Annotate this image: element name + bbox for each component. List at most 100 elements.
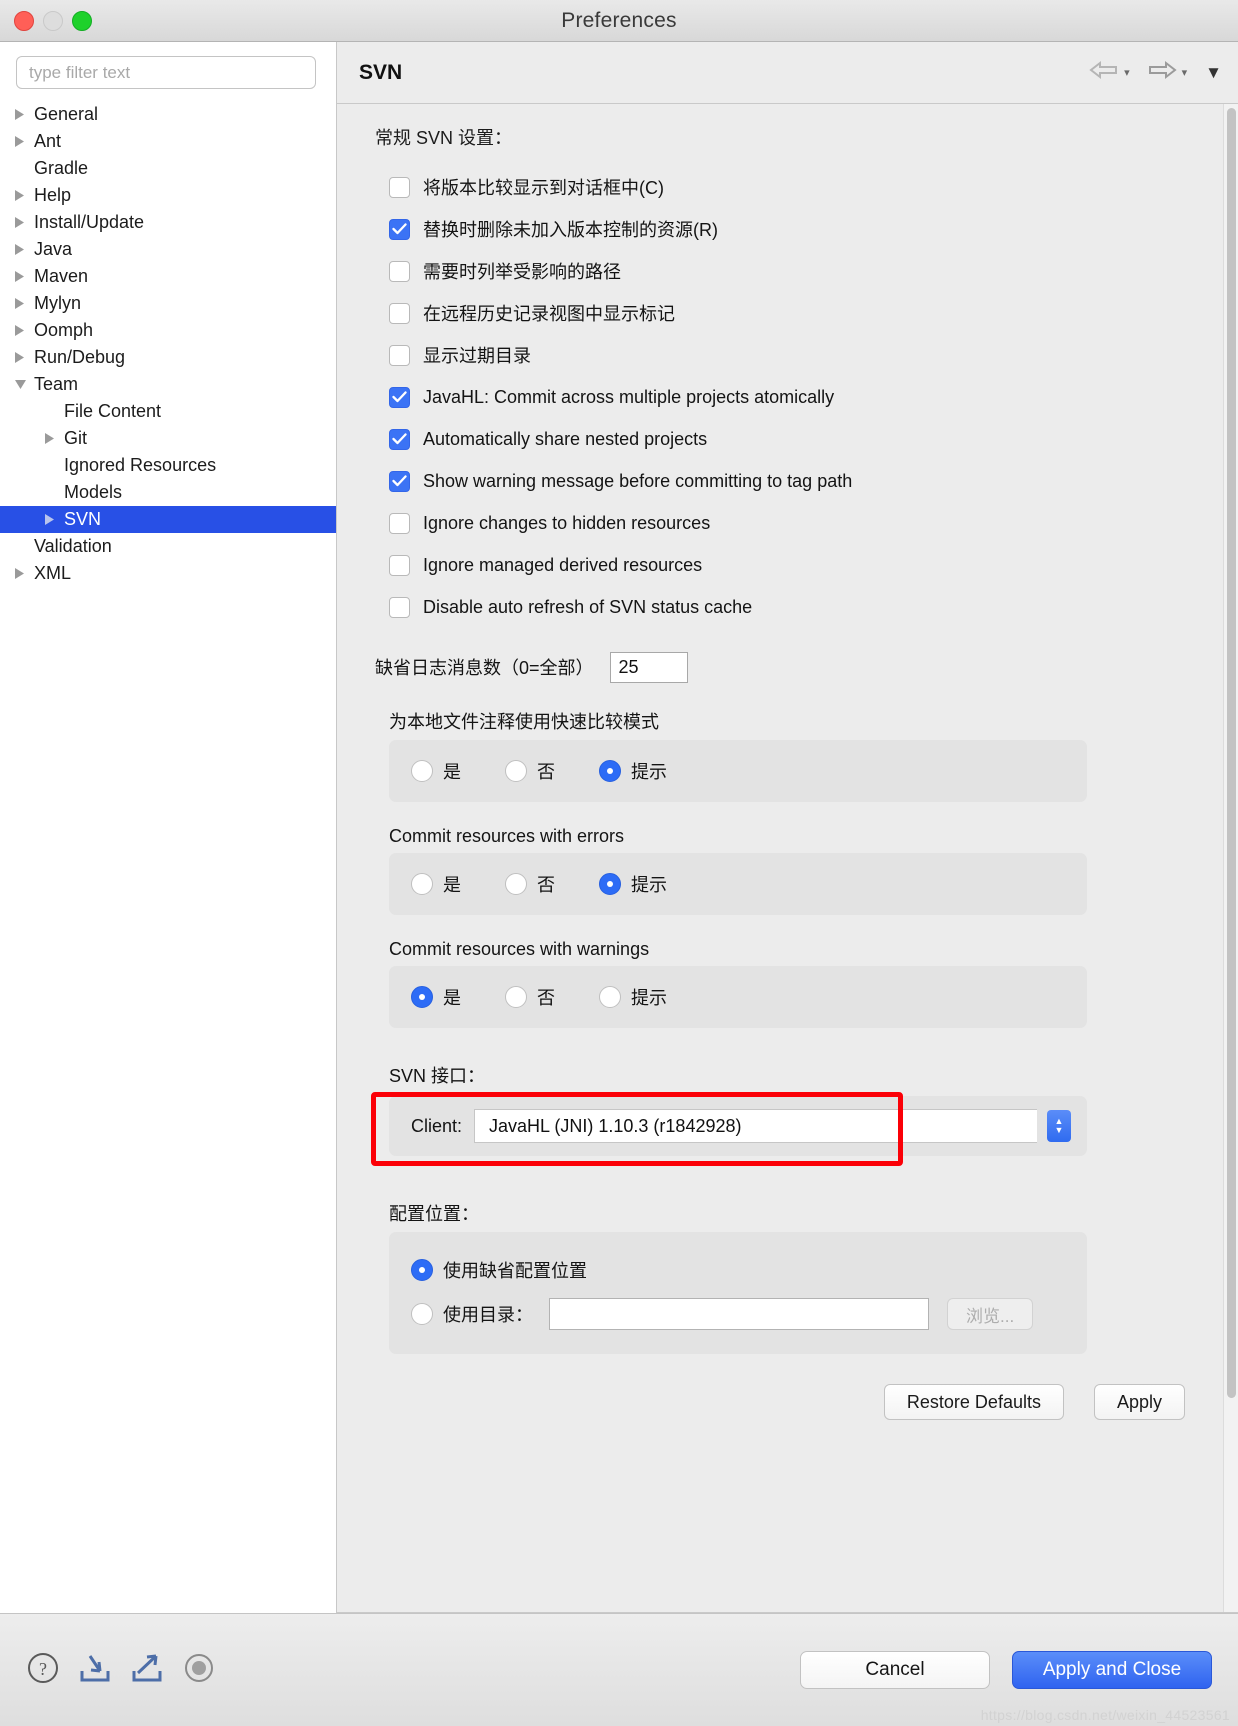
radio-option[interactable]: 是 bbox=[411, 984, 461, 1010]
sidebar-item-general[interactable]: General bbox=[0, 101, 336, 128]
checkbox-row[interactable]: JavaHL: Commit across multiple projects … bbox=[363, 376, 1193, 418]
radio-unselected-icon[interactable] bbox=[505, 873, 527, 895]
radio-option[interactable]: 是 bbox=[411, 758, 461, 784]
sidebar-item-gradle[interactable]: Gradle bbox=[0, 155, 336, 182]
nav-forward-group[interactable]: ▾ bbox=[1146, 60, 1188, 85]
sidebar-item-ant[interactable]: Ant bbox=[0, 128, 336, 155]
checkbox-row[interactable]: Ignore managed derived resources bbox=[363, 544, 1193, 586]
checkbox-unchecked-icon[interactable] bbox=[389, 554, 410, 576]
apply-button[interactable]: Apply bbox=[1093, 1384, 1185, 1420]
radio-option[interactable]: 提示 bbox=[599, 758, 667, 784]
checkbox-row[interactable]: 需要时列举受影响的路径 bbox=[363, 250, 1193, 292]
restore-defaults-button[interactable]: Restore Defaults bbox=[883, 1384, 1064, 1420]
filter-input[interactable] bbox=[16, 56, 316, 89]
checkbox-unchecked-icon[interactable] bbox=[389, 512, 410, 534]
import-icon[interactable] bbox=[78, 1651, 112, 1690]
radio-use-default-location[interactable] bbox=[411, 1259, 433, 1281]
chevron-right-icon[interactable] bbox=[44, 506, 62, 533]
chevron-right-icon[interactable] bbox=[14, 344, 32, 371]
checkbox-unchecked-icon[interactable] bbox=[389, 176, 410, 198]
back-chevron-down-icon[interactable]: ▾ bbox=[1124, 66, 1130, 79]
radio-unselected-icon[interactable] bbox=[599, 986, 621, 1008]
chevron-right-icon[interactable] bbox=[14, 182, 32, 209]
chevron-right-icon[interactable] bbox=[14, 560, 32, 587]
checkbox-row[interactable]: Disable auto refresh of SVN status cache bbox=[363, 586, 1193, 628]
radio-option[interactable]: 否 bbox=[505, 871, 555, 897]
radio-selected-icon[interactable] bbox=[599, 873, 621, 895]
radio-use-directory[interactable] bbox=[411, 1303, 433, 1325]
sidebar-item-java[interactable]: Java bbox=[0, 236, 336, 263]
checkbox-unchecked-icon[interactable] bbox=[389, 260, 410, 282]
checkbox-checked-icon[interactable] bbox=[389, 470, 410, 492]
sidebar-item-oomph[interactable]: Oomph bbox=[0, 317, 336, 344]
sidebar-item-xml[interactable]: XML bbox=[0, 560, 336, 587]
back-arrow-icon[interactable] bbox=[1088, 60, 1120, 85]
checkbox-row[interactable]: 将版本比较显示到对话框中(C) bbox=[363, 166, 1193, 208]
record-icon[interactable] bbox=[182, 1651, 216, 1690]
radio-option[interactable]: 是 bbox=[411, 871, 461, 897]
radio-selected-icon[interactable] bbox=[411, 986, 433, 1008]
radio-option[interactable]: 否 bbox=[505, 758, 555, 784]
config-default-row[interactable]: 使用缺省配置位置 bbox=[411, 1248, 1087, 1292]
sidebar-item-maven[interactable]: Maven bbox=[0, 263, 336, 290]
checkbox-checked-icon[interactable] bbox=[389, 218, 410, 240]
chevron-right-icon[interactable] bbox=[14, 236, 32, 263]
radio-unselected-icon[interactable] bbox=[411, 760, 433, 782]
sidebar-item-validation[interactable]: Validation bbox=[0, 533, 336, 560]
chevron-right-icon[interactable] bbox=[14, 209, 32, 236]
cancel-button[interactable]: Cancel bbox=[800, 1651, 990, 1689]
vertical-scrollbar[interactable] bbox=[1223, 104, 1238, 1612]
checkbox-unchecked-icon[interactable] bbox=[389, 344, 410, 366]
export-icon[interactable] bbox=[130, 1651, 164, 1690]
radio-option[interactable]: 提示 bbox=[599, 984, 667, 1010]
apply-and-close-button[interactable]: Apply and Close bbox=[1012, 1651, 1212, 1689]
browse-button[interactable]: 浏览... bbox=[947, 1298, 1034, 1330]
checkbox-row[interactable]: 替换时删除未加入版本控制的资源(R) bbox=[363, 208, 1193, 250]
checkbox-checked-icon[interactable] bbox=[389, 428, 410, 450]
checkbox-checked-icon[interactable] bbox=[389, 386, 410, 408]
radio-selected-icon[interactable] bbox=[599, 760, 621, 782]
sidebar-item-run-debug[interactable]: Run/Debug bbox=[0, 344, 336, 371]
checkbox-row[interactable]: Automatically share nested projects bbox=[363, 418, 1193, 460]
chevron-right-icon[interactable] bbox=[44, 425, 62, 452]
config-directory-row[interactable]: 使用目录： 浏览... bbox=[411, 1292, 1087, 1336]
scrollbar-thumb[interactable] bbox=[1227, 108, 1236, 1398]
checkbox-row[interactable]: Ignore changes to hidden resources bbox=[363, 502, 1193, 544]
checkbox-row[interactable]: 在远程历史记录视图中显示标记 bbox=[363, 292, 1193, 334]
client-combo-value[interactable]: JavaHL (JNI) 1.10.3 (r1842928) bbox=[474, 1109, 1037, 1143]
sidebar-item-svn[interactable]: SVN bbox=[0, 506, 336, 533]
checkbox-unchecked-icon[interactable] bbox=[389, 596, 410, 618]
sidebar-item-file-content[interactable]: File Content bbox=[0, 398, 336, 425]
client-combo-stepper-icon[interactable]: ▲ ▼ bbox=[1047, 1110, 1071, 1142]
sidebar-item-help[interactable]: Help bbox=[0, 182, 336, 209]
sidebar-item-team[interactable]: Team bbox=[0, 371, 336, 398]
checkbox-row[interactable]: Show warning message before committing t… bbox=[363, 460, 1193, 502]
radio-option[interactable]: 否 bbox=[505, 984, 555, 1010]
radio-unselected-icon[interactable] bbox=[505, 760, 527, 782]
nav-back-group[interactable]: ▾ bbox=[1088, 60, 1130, 85]
sidebar-item-mylyn[interactable]: Mylyn bbox=[0, 290, 336, 317]
log-messages-input[interactable] bbox=[609, 651, 688, 683]
forward-chevron-down-icon[interactable]: ▾ bbox=[1182, 66, 1188, 79]
checkbox-unchecked-icon[interactable] bbox=[389, 302, 410, 324]
zoom-button[interactable] bbox=[72, 10, 92, 31]
minimize-button[interactable] bbox=[43, 10, 63, 31]
help-icon[interactable]: ? bbox=[26, 1651, 60, 1690]
chevron-right-icon[interactable] bbox=[14, 290, 32, 317]
sidebar-item-models[interactable]: Models bbox=[0, 479, 336, 506]
radio-option[interactable]: 提示 bbox=[599, 871, 667, 897]
config-directory-input[interactable] bbox=[549, 1298, 929, 1330]
checkbox-row[interactable]: 显示过期目录 bbox=[363, 334, 1193, 376]
close-button[interactable] bbox=[14, 10, 34, 31]
chevron-right-icon[interactable] bbox=[14, 128, 32, 155]
chevron-down-icon[interactable] bbox=[14, 371, 32, 398]
chevron-right-icon[interactable] bbox=[14, 101, 32, 128]
view-menu-icon[interactable]: ▼ bbox=[1205, 63, 1222, 83]
radio-unselected-icon[interactable] bbox=[505, 986, 527, 1008]
sidebar-item-install-update[interactable]: Install/Update bbox=[0, 209, 336, 236]
forward-arrow-icon[interactable] bbox=[1146, 60, 1178, 85]
radio-unselected-icon[interactable] bbox=[411, 873, 433, 895]
sidebar-item-git[interactable]: Git bbox=[0, 425, 336, 452]
chevron-right-icon[interactable] bbox=[14, 263, 32, 290]
chevron-right-icon[interactable] bbox=[14, 317, 32, 344]
